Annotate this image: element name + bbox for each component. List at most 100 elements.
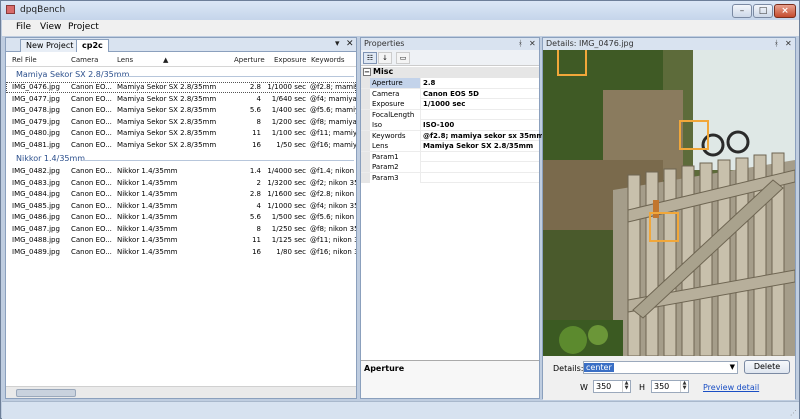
delete-button[interactable]: Delete [744,360,790,374]
property-value[interactable]: Canon EOS 5D [423,89,479,99]
cell-file: IMG_0481.jpg [12,140,60,149]
photo-preview[interactable] [543,50,795,386]
table-row[interactable]: IMG_0479.jpg Canon EO... Mamiya Sekor SX… [6,117,356,128]
table-row[interactable]: IMG_0487.jpg Canon EO... Nikkor 1.4/35mm… [6,224,356,235]
property-row[interactable]: Iso ISO-100 [361,120,539,131]
property-row[interactable]: Param1 [361,151,539,162]
status-bar: ⋰ [2,401,799,419]
tab-list-dropdown-icon[interactable]: ▾ [335,39,340,49]
property-name: Exposure [361,99,421,109]
tab-new-project[interactable]: New Project [20,39,80,52]
cell-lens: Nikkor 1.4/35mm [117,236,178,244]
column-camera[interactable]: Camera [71,56,98,64]
detail-marker[interactable] [679,120,709,150]
table-row[interactable]: IMG_0485.jpg Canon EO... Nikkor 1.4/35mm… [6,201,356,212]
chevron-down-icon: ▼ [729,363,735,371]
menu-view[interactable]: View [40,22,61,32]
group-header: Nikkor 1.4/35mm [16,154,86,163]
table-row[interactable]: IMG_0483.jpg Canon EO... Nikkor 1.4/35mm… [6,178,356,189]
table-row[interactable]: IMG_0480.jpg Canon EO... Mamiya Sekor SX… [6,128,356,139]
width-spinner-icon[interactable]: ▲ ▼ [622,381,630,392]
description-title: Aperture [364,364,405,373]
property-row[interactable]: Keywords @f2.8; mamiya sekor sx 35mm [361,130,544,141]
table-row[interactable]: IMG_0489.jpg Canon EO... Nikkor 1.4/35mm… [6,247,356,258]
list-column-header: Rel File Camera Lens ▲ Aperture Exposure… [6,53,356,67]
cell-aperture: 8 [256,224,261,233]
table-row[interactable]: IMG_0488.jpg Canon EO... Nikkor 1.4/35mm… [6,235,356,246]
property-row[interactable]: Param3 [361,172,539,183]
width-input[interactable]: 350 ▲ ▼ [593,380,631,393]
table-row[interactable]: IMG_0486.jpg Canon EO... Nikkor 1.4/35mm… [6,212,356,223]
property-row[interactable]: Camera Canon EOS 5D [361,88,539,99]
table-row[interactable]: IMG_0477.jpg Canon EO... Mamiya Sekor SX… [6,94,356,105]
table-row[interactable]: IMG_0478.jpg Canon EO... Mamiya Sekor SX… [6,105,356,116]
tab-close-icon[interactable]: ✕ [346,39,354,49]
cell-camera: Canon EO... [71,83,112,91]
column-exposure[interactable]: Exposure [274,56,306,64]
categorized-view-icon[interactable]: ☷ [363,52,377,64]
sort-ascending-icon: ▲ [163,56,169,64]
panel-close-icon[interactable]: ✕ [785,38,792,49]
alphabetical-sort-icon[interactable]: ↓ [378,52,392,64]
category-row[interactable]: − Misc [361,67,539,78]
property-value[interactable]: 2.8 [423,78,435,88]
property-row[interactable]: Aperture 2.8 [361,78,539,89]
column-keywords[interactable]: Keywords [311,56,345,64]
window-title: dpqBench [20,5,66,15]
cell-camera: Canon EO... [71,247,112,256]
panel-close-icon[interactable]: ✕ [529,38,536,49]
scrollbar-thumb[interactable] [16,389,76,397]
table-row[interactable]: IMG_0476.jpg Canon EO... Mamiya Sekor SX… [6,82,356,93]
property-value[interactable]: 1/1000 sec [423,99,465,109]
detail-marker[interactable] [557,50,587,76]
table-row[interactable]: IMG_0482.jpg Canon EO... Nikkor 1.4/35mm… [6,166,356,177]
minimize-button[interactable]: – [732,4,752,18]
close-button[interactable]: × [774,4,796,18]
preview-detail-link[interactable]: Preview detail [703,383,759,392]
property-row[interactable]: Lens Mamiya Sekor SX 2.8/35mm [361,141,539,152]
tab-cp2c[interactable]: cp2c [76,39,109,52]
property-row[interactable]: FocalLength [361,109,539,120]
cell-camera: Canon EO... [71,129,112,137]
cell-keywords: @f1.4; nikon 35 [310,167,356,175]
details-dropdown[interactable]: center ▼ [583,361,738,374]
column-rel-file[interactable]: Rel File [12,56,37,64]
file-list: Mamiya Sekor SX 2.8/35mm IMG_0476.jpg Ca… [6,68,356,385]
cell-exposure: 1/250 sec [271,224,306,233]
maximize-button[interactable]: □ [753,4,773,18]
menu-file[interactable]: File [16,22,31,32]
property-value[interactable]: ISO-100 [423,120,454,130]
cell-exposure: 1/1000 sec [267,83,306,91]
collapse-icon[interactable]: − [363,68,371,76]
property-row[interactable]: Exposure 1/1000 sec [361,99,539,110]
property-name: Camera [361,88,421,99]
cell-exposure: 1/200 sec [271,117,306,126]
cell-camera: Canon EO... [71,167,112,175]
cell-aperture: 8 [256,117,261,126]
pin-icon[interactable]: ᚼ [774,38,779,49]
property-row[interactable]: Param2 [361,162,539,173]
column-aperture[interactable]: Aperture [234,56,265,64]
properties-title-bar: Properties ᚼ ✕ [361,38,539,50]
menu-project[interactable]: Project [68,22,99,32]
height-spinner-icon[interactable]: ▲ ▼ [680,381,688,392]
resize-grip-icon[interactable]: ⋰ [790,409,797,417]
property-value[interactable]: Mamiya Sekor SX 2.8/35mm [423,141,533,151]
table-row[interactable]: IMG_0481.jpg Canon EO... Mamiya Sekor SX… [6,140,356,151]
property-name: Iso [361,120,421,130]
detail-marker-selected[interactable] [649,212,679,242]
column-lens[interactable]: Lens [117,56,133,64]
details-selected-value: center [584,363,614,372]
property-pages-icon[interactable]: ▭ [396,52,410,64]
height-input[interactable]: 350 ▲ ▼ [651,380,689,393]
table-row[interactable]: IMG_0484.jpg Canon EO... Nikkor 1.4/35mm… [6,189,356,200]
horizontal-scrollbar[interactable] [6,386,356,398]
group-divider [82,160,354,161]
cell-aperture: 16 [252,247,261,256]
document-tabs: New Project cp2c ▾ ✕ [6,38,356,52]
cell-lens: Nikkor 1.4/35mm [117,224,178,233]
cell-file: IMG_0482.jpg [12,167,60,175]
pin-icon[interactable]: ᚼ [518,38,523,49]
cell-file: IMG_0476.jpg [12,83,60,91]
property-value[interactable]: @f2.8; mamiya sekor sx 35mm [423,131,544,141]
